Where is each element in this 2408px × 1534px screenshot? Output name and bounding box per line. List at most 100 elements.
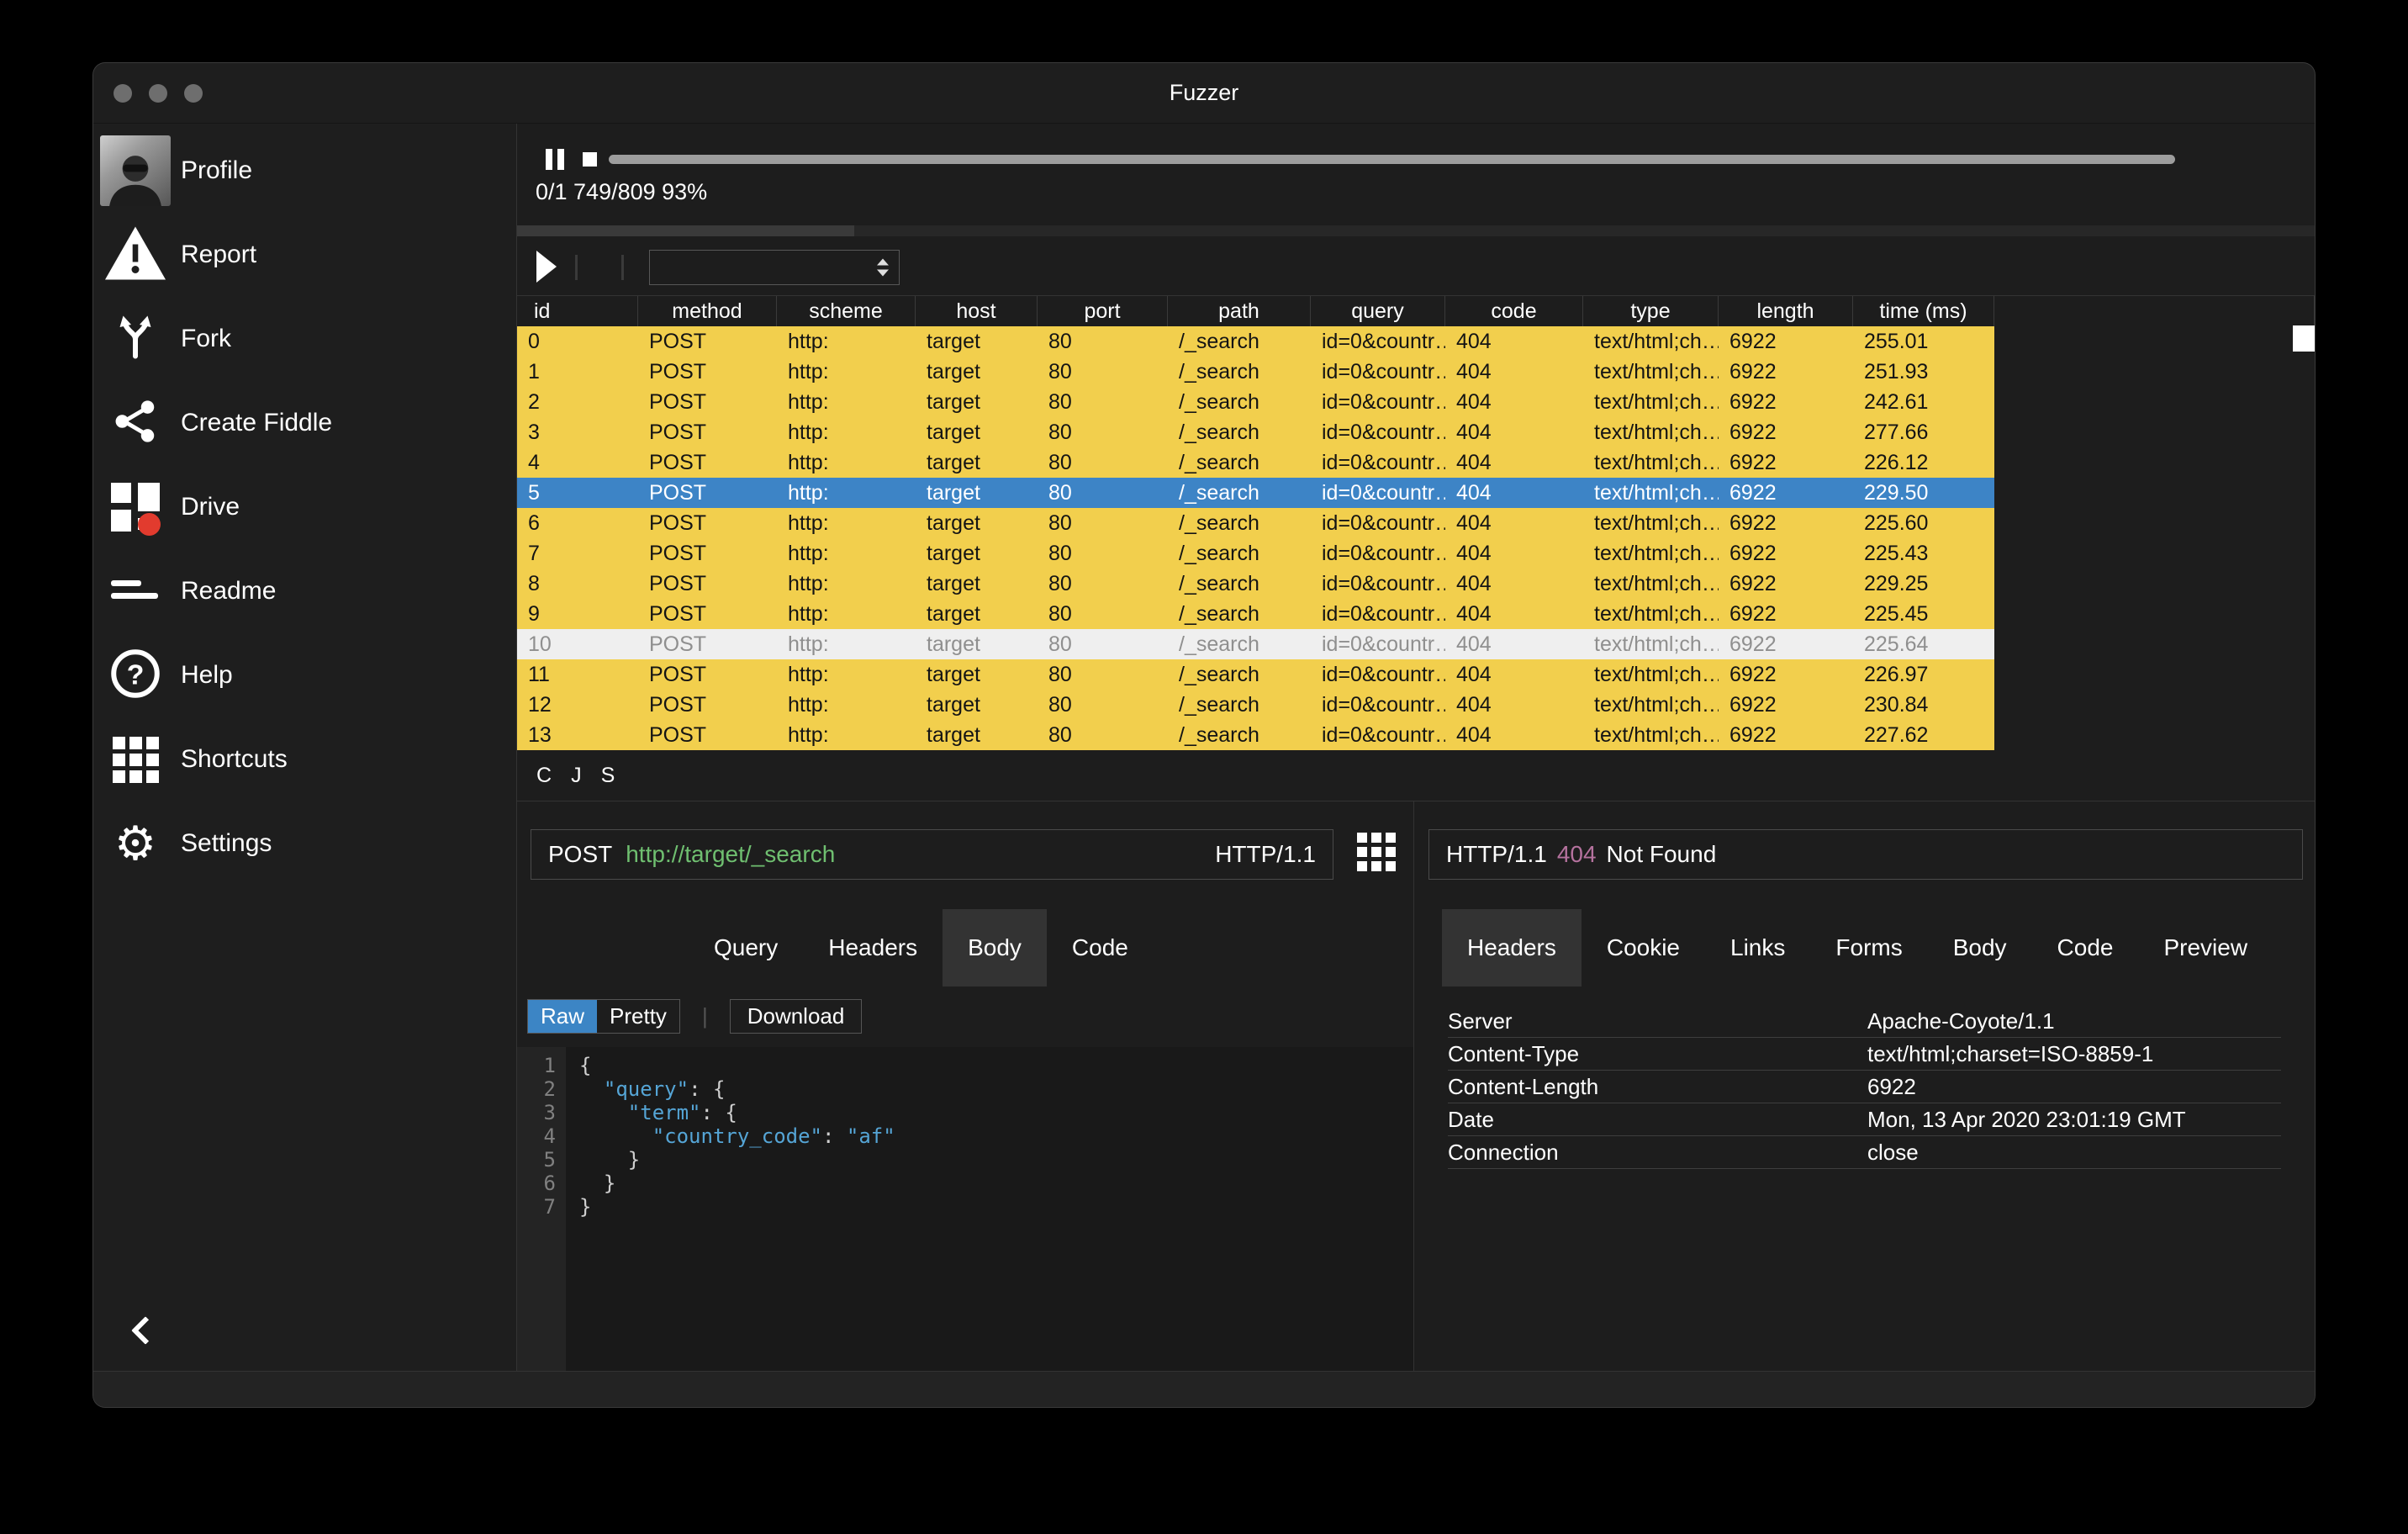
tab-forms[interactable]: Forms [1810, 909, 1927, 987]
tab-preview[interactable]: Preview [2138, 909, 2273, 987]
cell-host: target [927, 390, 980, 414]
readme-lines-icon [111, 579, 160, 604]
cell-query: id=0&countr… [1322, 330, 1445, 353]
column-header-id[interactable]: id [517, 296, 638, 326]
column-header-code[interactable]: code [1445, 296, 1583, 326]
cell-host: target [927, 330, 980, 353]
request-method: POST [548, 841, 613, 867]
request-row-4[interactable]: 4 POST http: target 80 /_search id=0&countr… 40… [517, 447, 1994, 478]
column-header-length[interactable]: length [1719, 296, 1853, 326]
tab-headers[interactable]: Headers [1442, 909, 1582, 987]
cell-method: POST [649, 481, 707, 505]
cell-method: POST [649, 663, 707, 686]
tab-code[interactable]: Code [1047, 909, 1154, 987]
tab-body[interactable]: Body [1928, 909, 2032, 987]
tab-code[interactable]: Code [2032, 909, 2139, 987]
request-row-3[interactable]: 3 POST http: target 80 /_search id=0&countr… 40… [517, 417, 1994, 447]
cell-query: id=0&countr… [1322, 451, 1445, 474]
cell-method: POST [649, 572, 707, 595]
cell-id: 9 [528, 602, 540, 626]
request-line[interactable]: POST http://target/_search HTTP/1.1 [531, 829, 1333, 880]
cell-type: text/html;ch… [1594, 390, 1719, 414]
cell-length: 6922 [1729, 511, 1777, 535]
cell-query: id=0&countr… [1322, 602, 1445, 626]
cell-path: /_search [1179, 390, 1259, 414]
sidebar-item-drive[interactable]: Drive [93, 465, 516, 549]
cell-scheme: http: [788, 330, 829, 353]
row-action-s-button[interactable]: S [601, 764, 615, 788]
table-header: id method scheme host port path query code type l… [517, 296, 2315, 326]
column-header-scheme[interactable]: scheme [777, 296, 916, 326]
column-header-port[interactable]: port [1038, 296, 1168, 326]
raw-button[interactable]: Raw [528, 1000, 598, 1033]
header-value: 6922 [1867, 1073, 1916, 1099]
row-action-j-button[interactable]: J [571, 764, 582, 788]
request-row-5[interactable]: 5 POST http: target 80 /_search id=0&countr… 40… [517, 478, 1994, 508]
request-row-13[interactable]: 13 POST http: target 80 /_search id=0&countr… 4… [517, 720, 1994, 750]
sidebar-item-profile[interactable]: Profile [93, 129, 516, 213]
column-header-query[interactable]: query [1311, 296, 1445, 326]
sidebar-collapse-button[interactable] [127, 1315, 161, 1349]
download-button[interactable]: Download [729, 999, 863, 1034]
app-window: Fuzzer Profile Report Fork Create Fiddle… [93, 63, 2315, 1407]
cell-method: POST [649, 723, 707, 747]
cell-host: target [927, 632, 980, 656]
request-row-8[interactable]: 8 POST http: target 80 /_search id=0&countr… 40… [517, 569, 1994, 599]
column-header-filler [1994, 296, 2315, 326]
response-header-row: Content-Type text/html;charset=ISO-8859-1 [1448, 1038, 2281, 1071]
cell-timems: 225.45 [1864, 602, 1929, 626]
request-body-editor[interactable]: 1234567 { "query": { "term": { "country_… [517, 1047, 1413, 1371]
request-url: http://target/_search [626, 841, 836, 867]
column-header-method[interactable]: method [638, 296, 777, 326]
fork-icon [110, 312, 161, 367]
tab-body[interactable]: Body [943, 909, 1047, 987]
cell-id: 10 [528, 632, 552, 656]
row-action-c-button[interactable]: C [536, 764, 552, 788]
cell-length: 6922 [1729, 632, 1777, 656]
request-row-9[interactable]: 9 POST http: target 80 /_search id=0&countr… 40… [517, 599, 1994, 629]
response-http-version: HTTP/1.1 [1446, 841, 1547, 867]
cell-timems: 225.60 [1864, 511, 1929, 535]
cell-port: 80 [1048, 360, 1072, 384]
column-header-type[interactable]: type [1583, 296, 1719, 326]
response-headers-table: Server Apache-Coyote/1.1 Content-Type text/… [1448, 1005, 2281, 1169]
sidebar-item-help[interactable]: ? Help [93, 633, 516, 717]
request-row-7[interactable]: 7 POST http: target 80 /_search id=0&countr… 40… [517, 538, 1994, 569]
stop-button[interactable] [583, 152, 597, 167]
request-row-10[interactable]: 10 POST http: target 80 /_search id=0&countr… 4… [517, 629, 1994, 659]
column-header-timems[interactable]: time (ms) [1853, 296, 1994, 326]
pretty-button[interactable]: Pretty [597, 1000, 679, 1033]
request-row-12[interactable]: 12 POST http: target 80 /_search id=0&countr… 4… [517, 690, 1994, 720]
sidebar-item-fork[interactable]: Fork [93, 297, 516, 381]
column-header-host[interactable]: host [916, 296, 1038, 326]
tab-query[interactable]: Query [689, 909, 803, 987]
sidebar-item-settings[interactable]: ⚙ Settings [93, 801, 516, 886]
tab-headers[interactable]: Headers [803, 909, 943, 987]
grid-icon[interactable] [1357, 833, 1396, 871]
cell-id: 2 [528, 390, 540, 414]
response-tabs: Headers Cookie Links Forms Body Code Preview [1442, 909, 2273, 987]
cell-path: /_search [1179, 663, 1259, 686]
request-row-1[interactable]: 1 POST http: target 80 /_search id=0&countr… 40… [517, 357, 1994, 387]
tab-cookie[interactable]: Cookie [1582, 909, 1705, 987]
cell-length: 6922 [1729, 330, 1777, 353]
tab-links[interactable]: Links [1705, 909, 1810, 987]
toolbar-separator [575, 255, 578, 280]
column-header-path[interactable]: path [1168, 296, 1311, 326]
play-button[interactable] [536, 251, 557, 283]
request-row-0[interactable]: 0 POST http: target 80 /_search id=0&countr… 40… [517, 326, 1994, 357]
scrollbar-thumb[interactable] [2293, 325, 2315, 352]
sidebar-item-readme[interactable]: Readme [93, 549, 516, 633]
cell-type: text/html;ch… [1594, 421, 1719, 444]
payload-select[interactable] [649, 250, 900, 285]
pause-button[interactable] [546, 149, 569, 170]
request-row-2[interactable]: 2 POST http: target 80 /_search id=0&countr… 40… [517, 387, 1994, 417]
drive-icon [111, 483, 161, 536]
sidebar-item-report[interactable]: Report [93, 213, 516, 297]
request-row-6[interactable]: 6 POST http: target 80 /_search id=0&countr… 40… [517, 508, 1994, 538]
code-line: } [579, 1172, 616, 1195]
sidebar-item-shortcuts[interactable]: Shortcuts [93, 717, 516, 801]
sidebar-item-create-fiddle[interactable]: Create Fiddle [93, 381, 516, 465]
request-row-11[interactable]: 11 POST http: target 80 /_search id=0&countr… 4… [517, 659, 1994, 690]
cell-length: 6922 [1729, 421, 1777, 444]
